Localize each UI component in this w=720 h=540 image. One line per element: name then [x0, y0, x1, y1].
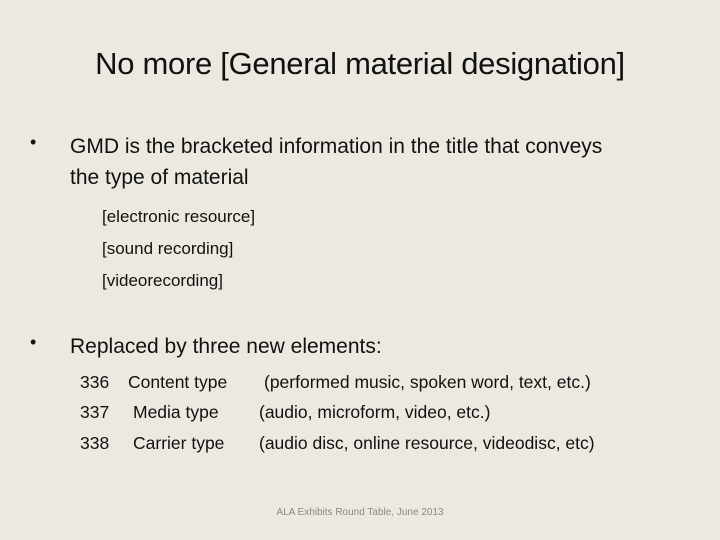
field-number: 337	[80, 402, 110, 422]
bullet-text: Replaced by three new elements:	[70, 335, 382, 358]
slide-title: No more [General material designation]	[95, 46, 625, 81]
gmd-example: [electronic resource]	[102, 207, 256, 226]
element-description: (audio, microform, video, etc.)	[259, 402, 491, 422]
field-number: 336	[80, 372, 110, 392]
element-description: (performed music, spoken word, text, etc…	[264, 372, 591, 392]
element-description: (audio disc, online resource, videodisc,…	[259, 433, 595, 453]
element-label: Media type	[133, 402, 219, 422]
field-number: 338	[80, 433, 110, 453]
element-label: Content type	[128, 372, 228, 392]
bullet-icon: •	[30, 332, 37, 352]
bullet-text-line1: GMD is the bracketed information in the …	[70, 135, 603, 158]
gmd-example: [videorecording]	[102, 271, 223, 290]
element-label: Carrier type	[133, 433, 225, 453]
slide-footer: ALA Exhibits Round Table, June 2013	[276, 507, 444, 518]
bullet-icon: •	[30, 132, 37, 152]
gmd-example: [sound recording]	[102, 239, 234, 258]
bullet-text-line2: the type of material	[70, 166, 249, 189]
